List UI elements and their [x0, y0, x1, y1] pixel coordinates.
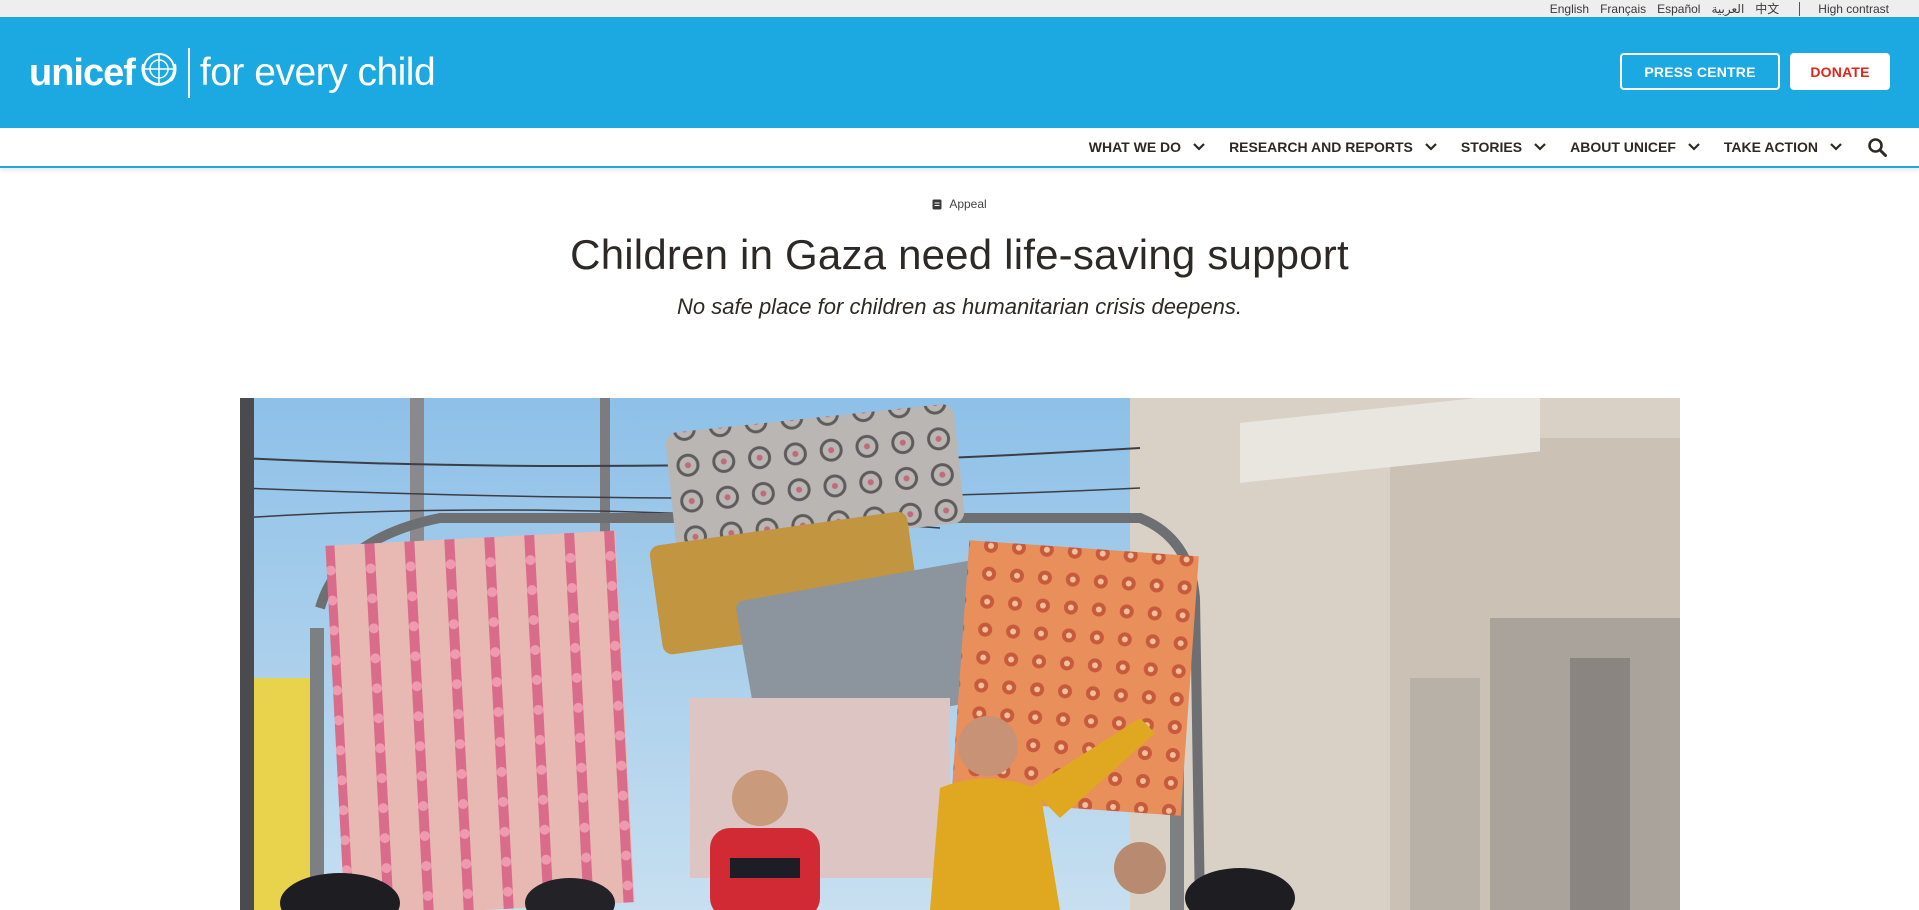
chevron-down-icon [1688, 143, 1700, 151]
language-switcher: English Français Español العربية 中文 High… [1539, 0, 1889, 17]
nav-item-label: TAKE ACTION [1723, 139, 1818, 155]
lang-chinese[interactable]: 中文 [1755, 0, 1779, 17]
search-icon[interactable] [1868, 137, 1887, 157]
chevron-down-icon [1193, 143, 1205, 151]
page-subtitle: No safe place for children as humanitari… [677, 294, 1242, 319]
nav-item-label: WHAT WE DO [1088, 139, 1182, 155]
nav-item-label: ABOUT UNICEF [1570, 139, 1676, 155]
document-icon [932, 199, 942, 210]
logo-wordmark: unicef [29, 51, 136, 94]
nav-item-stories[interactable]: STORIES [1461, 139, 1546, 155]
nav-item-label: RESEARCH AND REPORTS [1229, 139, 1413, 155]
press-centre-button[interactable]: PRESS CENTRE [1620, 53, 1780, 90]
unicef-logo[interactable]: unicef for every child [29, 47, 436, 99]
lang-arabic[interactable]: العربية [1711, 2, 1744, 16]
tag-label: Appeal [949, 197, 987, 211]
site-header: unicef for every child PRESS CENTRE DONA… [0, 17, 1919, 128]
lang-french[interactable]: Français [1600, 2, 1646, 16]
chevron-down-icon [1425, 143, 1437, 151]
nav-item-about-unicef[interactable]: ABOUT UNICEF [1570, 139, 1700, 155]
content-type-tag: Appeal [0, 197, 1919, 211]
page-title: Children in Gaza need life-saving suppor… [570, 231, 1349, 278]
hero-image [240, 398, 1680, 910]
logo-divider [187, 48, 190, 98]
utility-bar: English Français Español العربية 中文 High… [0, 0, 1919, 17]
donate-button[interactable]: DONATE [1790, 53, 1890, 90]
main-navigation: WHAT WE DO RESEARCH AND REPORTS STORIES … [0, 128, 1919, 168]
un-emblem-icon [138, 50, 180, 97]
lang-english[interactable]: English [1550, 2, 1589, 16]
chevron-down-icon [1830, 143, 1842, 151]
lang-spanish[interactable]: Español [1657, 2, 1700, 16]
high-contrast-toggle[interactable]: High contrast [1818, 2, 1889, 16]
logo-tagline: for every child [199, 51, 436, 94]
nav-item-research-and-reports[interactable]: RESEARCH AND REPORTS [1229, 139, 1437, 155]
nav-item-take-action[interactable]: TAKE ACTION [1724, 139, 1842, 155]
utility-divider [1799, 1, 1801, 16]
nav-item-what-we-do[interactable]: WHAT WE DO [1089, 139, 1205, 155]
chevron-down-icon [1534, 143, 1546, 151]
nav-item-label: STORIES [1460, 139, 1523, 155]
